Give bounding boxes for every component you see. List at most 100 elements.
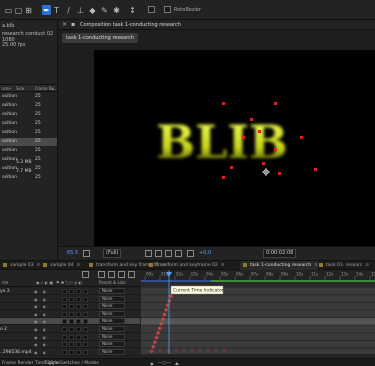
hierarchy-icon[interactable]: ⛬ [51, 86, 54, 91]
switch-box[interactable] [69, 342, 74, 348]
switch-box[interactable] [62, 289, 67, 294]
switch-box[interactable] [62, 319, 67, 325]
parent-select[interactable]: None [99, 288, 125, 294]
switch-box[interactable] [76, 319, 81, 325]
graph-editor-icon[interactable] [128, 271, 135, 278]
layer-row[interactable]: ◉ ◐ None [0, 303, 140, 311]
timeline-graph[interactable]: 00s 01s 02s 03s 04s 05s 06s 07s 08s 09s 10s 11s 12s 1… [141, 270, 375, 354]
timeline-tab[interactable]: task 01- researc ≡ [316, 261, 369, 270]
lock-icon[interactable]: ▪ [71, 21, 75, 28]
exposure-value[interactable]: +0.0 [199, 250, 211, 256]
switch-box[interactable] [69, 334, 74, 340]
layer-row[interactable]: yo 2 ◉ ◐ None [0, 288, 140, 295]
project-item[interactable]: osition 25 [0, 174, 57, 182]
switch-box[interactable] [83, 327, 88, 332]
column-layer-name[interactable]: me [2, 280, 8, 285]
column-size[interactable]: Size [16, 86, 24, 91]
parent-select[interactable]: None [99, 341, 125, 348]
project-item[interactable]: osition 25 [0, 138, 57, 146]
fast-preview-icon[interactable] [145, 250, 152, 257]
project-item[interactable]: osition 25 [0, 93, 57, 101]
roto-brush-tool-icon[interactable]: ✎ [100, 5, 109, 15]
switch-box[interactable] [76, 327, 81, 332]
layer-row[interactable]: ◉ ◐ None [0, 318, 140, 326]
close-icon[interactable]: ≡ [221, 263, 225, 268]
zoom-slider[interactable]: —○— [158, 361, 171, 366]
switch-box[interactable] [83, 296, 88, 302]
switch-box[interactable] [62, 349, 67, 355]
switch-box[interactable] [62, 334, 67, 340]
parent-select[interactable]: None [99, 348, 125, 355]
layer-av-switches[interactable]: ◉ ◐ [34, 312, 56, 317]
switch-box[interactable] [69, 296, 74, 302]
parent-select[interactable]: None [99, 295, 125, 302]
switch-box[interactable] [83, 304, 88, 310]
hand-tool-icon[interactable]: ▭ [4, 5, 13, 15]
switch-box[interactable] [62, 342, 67, 348]
switch-box[interactable] [62, 311, 67, 317]
timeline-tab[interactable]: sample 04 ≡ [40, 261, 80, 270]
resolution-select[interactable]: (Full) [103, 249, 122, 258]
close-icon[interactable]: ≡ [77, 263, 81, 268]
layer-av-switches[interactable]: ◉ ◐ [34, 335, 56, 340]
motion-blur-icon[interactable] [118, 271, 125, 278]
close-icon[interactable]: × [62, 21, 67, 28]
layer-av-switches[interactable]: ◉ ◐ [34, 342, 56, 347]
puppet-pin-tool-icon[interactable]: ✱ [112, 5, 121, 15]
switch-box[interactable] [69, 327, 74, 332]
layer-av-switches[interactable]: ◉ ◐ [34, 350, 56, 355]
switch-box[interactable] [83, 349, 88, 355]
timeline-tab[interactable]: sample 03 ≡ [0, 261, 40, 270]
switch-box[interactable] [83, 319, 88, 325]
snap-icon[interactable]: ↕ [128, 5, 137, 15]
rectangle-tool-icon[interactable]: ▢ [14, 5, 23, 15]
layer-row[interactable]: ◉ ◐ None [0, 333, 140, 341]
eraser-tool-icon[interactable]: ◆ [88, 5, 97, 15]
toggle-transparency-grid-icon[interactable] [155, 250, 162, 257]
zoom-level[interactable]: 65.5 [67, 250, 78, 256]
parent-select[interactable]: None [99, 333, 125, 340]
zoom-out-icon[interactable]: ⛰ [150, 361, 154, 366]
reset-exposure-icon[interactable] [187, 250, 194, 257]
view-options-icon[interactable] [83, 250, 90, 257]
switch-box[interactable] [69, 319, 74, 325]
type-tool-icon[interactable]: T [52, 5, 61, 15]
switch-box[interactable] [83, 311, 88, 317]
layer-row[interactable]: ◉ ◐ None [0, 341, 140, 349]
parent-select[interactable]: None [99, 326, 125, 332]
toggle-switches-modes[interactable]: Toggle Switches / Modes [44, 361, 99, 366]
anchor-point-icon[interactable] [262, 168, 270, 176]
current-timecode[interactable]: 0:00:02:08 [263, 249, 297, 258]
comp-flowchart-icon[interactable] [98, 271, 105, 278]
parent-select[interactable]: None [99, 318, 125, 325]
grid-tool-icon[interactable]: ⊞ [24, 5, 33, 15]
layer-av-switches[interactable]: ◉ ◐ [34, 319, 56, 324]
layer-av-switches[interactable]: ◉ ◐ [34, 297, 56, 302]
switch-box[interactable] [83, 334, 88, 340]
switch-box[interactable] [62, 304, 67, 310]
switch-box[interactable] [76, 311, 81, 317]
project-item[interactable]: osition 25 [0, 129, 57, 137]
switch-box[interactable] [83, 342, 88, 348]
timeline-tab[interactable]: transform and keyframe 02 ≡ [146, 261, 225, 270]
layer-av-switches[interactable]: ◉ ◐ [34, 327, 56, 332]
pen-tool-icon[interactable]: ✒ [42, 5, 51, 15]
switch-box[interactable] [76, 289, 81, 294]
timeline-tab[interactable]: task 1-conducting research ≡ [240, 261, 319, 270]
switch-box[interactable] [76, 304, 81, 310]
column-frame-rate[interactable]: Frame Ra... [35, 86, 57, 91]
switch-box[interactable] [69, 349, 74, 355]
comp-tab[interactable]: task 1-conducting research [62, 33, 139, 43]
switch-box[interactable] [76, 349, 81, 355]
close-icon[interactable]: ≡ [365, 263, 369, 268]
column-name[interactable]: ame [2, 86, 11, 91]
project-item[interactable]: osition 25 [0, 147, 57, 155]
switch-box[interactable] [62, 296, 67, 302]
switch-box[interactable] [69, 304, 74, 310]
brush-tool-icon[interactable]: / [64, 5, 73, 15]
search-icon[interactable] [82, 271, 89, 278]
column-parent-link[interactable]: Parent & Link [99, 280, 126, 285]
project-item[interactable]: osition 25 [0, 111, 57, 119]
project-item[interactable]: osition 25 [0, 102, 57, 110]
channel-icon[interactable] [175, 250, 182, 257]
